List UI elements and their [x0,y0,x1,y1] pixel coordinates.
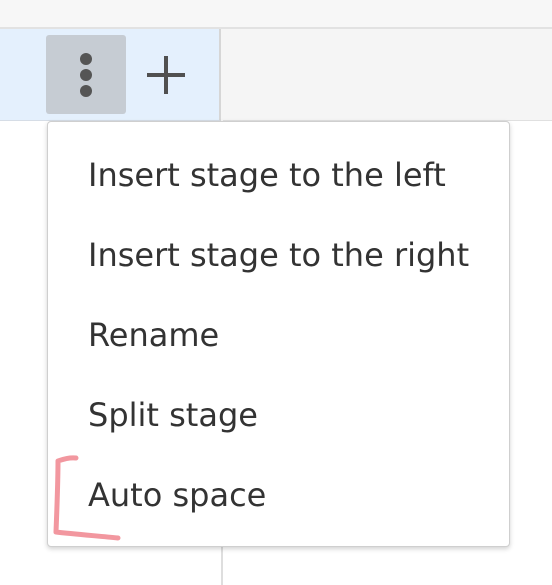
stage-header-row [0,29,552,121]
menu-item-insert-left[interactable]: Insert stage to the left [48,135,509,215]
menu-item-split-stage[interactable]: Split stage [48,375,509,455]
more-vertical-icon-dot [80,69,92,81]
add-stage-button[interactable] [143,50,189,98]
menu-item-rename[interactable]: Rename [48,295,509,375]
menu-item-auto-space[interactable]: Auto space [48,455,509,535]
top-strip [0,0,552,29]
menu-item-insert-right[interactable]: Insert stage to the right [48,215,509,295]
more-options-button[interactable] [46,35,126,114]
stage-context-menu: Insert stage to the left Insert stage to… [47,121,510,547]
more-vertical-icon-dot [80,85,92,97]
more-vertical-icon [80,53,92,65]
next-stage-header [223,29,552,121]
stage-header [0,29,221,121]
